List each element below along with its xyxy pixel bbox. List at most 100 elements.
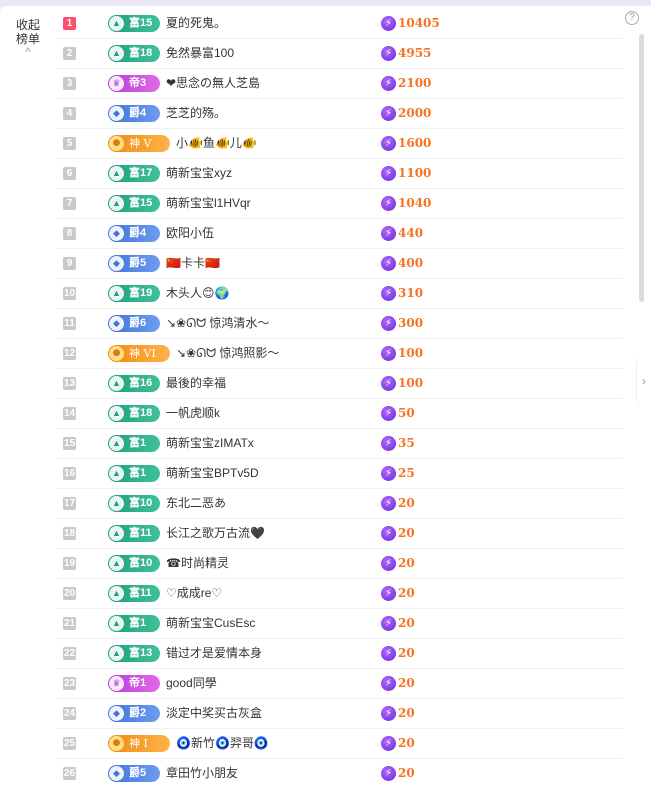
ranking-row[interactable]: 1 ▲ 富15 夏的死鬼。 ⚡ 10405 <box>56 9 623 39</box>
ranking-row[interactable]: 13 ▲ 富16 最後的幸福 ⚡ 100 <box>56 369 623 399</box>
ranking-row[interactable]: 10 ▲ 富19 木头人😊🌍 ⚡ 310 <box>56 279 623 309</box>
ranking-row[interactable]: 6 ▲ 富17 萌新宝宝xyz ⚡ 1100 <box>56 159 623 189</box>
user-name[interactable]: 欧阳小伍 <box>166 219 214 248</box>
lightning-icon: ⚡ <box>381 16 396 31</box>
rank-number: 13 <box>63 377 76 390</box>
score-value: 400 <box>398 256 424 270</box>
score: ⚡ 25 <box>381 465 415 482</box>
rank-number: 21 <box>63 617 76 630</box>
score: ⚡ 20 <box>381 675 415 692</box>
ranking-row[interactable]: 17 ▲ 富10 东北二恶あ ⚡ 20 <box>56 489 623 519</box>
lightning-icon: ⚡ <box>381 46 396 61</box>
lightning-icon: ⚡ <box>381 736 396 751</box>
ranking-row[interactable]: 5 ● 神 V 小🐠鱼🐠儿🐠 ⚡ 1600 <box>56 129 623 159</box>
ranking-row[interactable]: 2 ▲ 富18 免然暴富100 ⚡ 4955 <box>56 39 623 69</box>
user-name[interactable]: 错过才是爱情本身 <box>166 639 262 668</box>
lightning-icon: ⚡ <box>381 376 396 391</box>
user-name[interactable]: 🇨🇳卡卡🇨🇳 <box>166 249 220 278</box>
score: ⚡ 4955 <box>381 45 431 62</box>
level-badge-label: 富1 <box>129 617 147 629</box>
collapse-board-button[interactable]: 收起 榜单 ^ <box>10 18 46 58</box>
level-badge: ▲ 富19 <box>108 285 160 302</box>
user-name[interactable]: 萌新宝宝zIMATx <box>166 429 254 458</box>
ranking-row[interactable]: 7 ▲ 富15 萌新宝宝l1HVqr ⚡ 1040 <box>56 189 623 219</box>
level-badge: ▲ 富18 <box>108 405 160 422</box>
ranking-row[interactable]: 26 ◆ 爵5 章田竹小朋友 ⚡ 20 <box>56 759 623 785</box>
ranking-row[interactable]: 25 ● 神 I 🧿新竹🧿羿哥🧿 ⚡ 20 <box>56 729 623 759</box>
level-badge-label: 爵5 <box>129 257 147 269</box>
lightning-icon: ⚡ <box>381 616 396 631</box>
expand-side-chevron-icon[interactable]: › <box>636 356 651 406</box>
level-badge: ♛ 帝1 <box>108 675 160 692</box>
ranking-row[interactable]: 12 ● 神 VI ↘❀ᘏᗢ 惊鸿照影～ ⚡ 100 <box>56 339 623 369</box>
user-name[interactable]: ❤思念の無人芝島 <box>166 69 260 98</box>
user-name[interactable]: 芝芝的殇。 <box>166 99 226 128</box>
user-name[interactable]: 夏的死鬼。 <box>166 9 226 38</box>
ranking-row[interactable]: 3 ♛ 帝3 ❤思念の無人芝島 ⚡ 2100 <box>56 69 623 99</box>
help-icon[interactable]: ? <box>625 11 639 25</box>
level-badge-icon: ▲ <box>109 436 124 451</box>
level-badge-label: 爵2 <box>129 707 147 719</box>
ranking-row[interactable]: 14 ▲ 富18 一帆虎顺k ⚡ 50 <box>56 399 623 429</box>
user-name[interactable]: 东北二恶あ <box>166 489 226 518</box>
rank-number: 18 <box>63 527 76 540</box>
level-badge-icon: ▲ <box>109 16 124 31</box>
user-name[interactable]: 🧿新竹🧿羿哥🧿 <box>176 729 269 758</box>
user-name[interactable]: 最後的幸福 <box>166 369 226 398</box>
ranking-row[interactable]: 4 ◆ 爵4 芝芝的殇。 ⚡ 2000 <box>56 99 623 129</box>
user-name[interactable]: 章田竹小朋友 <box>166 759 238 785</box>
user-name[interactable]: ↘❀ᘏᗢ 惊鸿清水～ <box>166 309 269 338</box>
lightning-icon: ⚡ <box>381 526 396 541</box>
ranking-row[interactable]: 15 ▲ 富1 萌新宝宝zIMATx ⚡ 35 <box>56 429 623 459</box>
ranking-row[interactable]: 16 ▲ 富1 萌新宝宝BPTv5D ⚡ 25 <box>56 459 623 489</box>
rank-number: 4 <box>63 107 76 120</box>
user-name[interactable]: 淡定中奖买古灰盒 <box>166 699 262 728</box>
user-name[interactable]: ♡成成re♡ <box>166 579 222 608</box>
user-name[interactable]: 萌新宝宝BPTv5D <box>166 459 259 488</box>
level-badge-icon: ● <box>109 346 124 361</box>
level-badge-label: 帝3 <box>129 77 147 89</box>
ranking-row[interactable]: 21 ▲ 富1 萌新宝宝CusEsc ⚡ 20 <box>56 609 623 639</box>
level-badge: ▲ 富10 <box>108 495 160 512</box>
level-badge-icon: ♛ <box>109 676 124 691</box>
scrollbar-thumb[interactable] <box>639 34 644 302</box>
user-name[interactable]: 免然暴富100 <box>166 39 234 68</box>
ranking-row[interactable]: 19 ▲ 富10 ☎时尚精灵 ⚡ 20 <box>56 549 623 579</box>
score-value: 20 <box>398 676 415 690</box>
rank-number: 2 <box>63 47 76 60</box>
rank-number: 14 <box>63 407 76 420</box>
rank-number: 8 <box>63 227 76 240</box>
user-name[interactable]: 萌新宝宝CusEsc <box>166 609 255 638</box>
level-badge: ▲ 富11 <box>108 585 160 602</box>
ranking-row[interactable]: 22 ▲ 富13 错过才是爱情本身 ⚡ 20 <box>56 639 623 669</box>
ranking-row[interactable]: 11 ◆ 爵6 ↘❀ᘏᗢ 惊鸿清水～ ⚡ 300 <box>56 309 623 339</box>
ranking-row[interactable]: 24 ◆ 爵2 淡定中奖买古灰盒 ⚡ 20 <box>56 699 623 729</box>
user-name[interactable]: 萌新宝宝l1HVqr <box>166 189 251 218</box>
score: ⚡ 20 <box>381 585 415 602</box>
level-badge-label: 富17 <box>129 167 153 179</box>
user-name[interactable]: 萌新宝宝xyz <box>166 159 232 188</box>
user-name[interactable]: 木头人😊🌍 <box>166 279 229 308</box>
ranking-row[interactable]: 23 ♛ 帝1 good同學 ⚡ 20 <box>56 669 623 699</box>
score: ⚡ 20 <box>381 555 415 572</box>
user-name[interactable]: 小🐠鱼🐠儿🐠 <box>176 129 257 158</box>
level-badge: ◆ 爵5 <box>108 765 160 782</box>
lightning-icon: ⚡ <box>381 106 396 121</box>
level-badge-label: 神 VI <box>129 347 156 360</box>
lightning-icon: ⚡ <box>381 646 396 661</box>
level-badge-label: 富10 <box>129 557 153 569</box>
ranking-row[interactable]: 8 ◆ 爵4 欧阳小伍 ⚡ 440 <box>56 219 623 249</box>
ranking-row[interactable]: 20 ▲ 富11 ♡成成re♡ ⚡ 20 <box>56 579 623 609</box>
user-name[interactable]: ☎时尚精灵 <box>166 549 229 578</box>
user-name[interactable]: 长江之歌万古流🖤 <box>166 519 265 548</box>
user-name[interactable]: good同學 <box>166 669 217 698</box>
level-badge-label: 富11 <box>129 527 152 539</box>
level-badge-label: 富18 <box>129 47 153 59</box>
score: ⚡ 300 <box>381 315 423 332</box>
level-badge-icon: ◆ <box>109 256 124 271</box>
ranking-row[interactable]: 18 ▲ 富11 长江之歌万古流🖤 ⚡ 20 <box>56 519 623 549</box>
level-badge-label: 爵6 <box>129 317 147 329</box>
user-name[interactable]: ↘❀ᘏᗢ 惊鸿照影～ <box>176 339 279 368</box>
ranking-row[interactable]: 9 ◆ 爵5 🇨🇳卡卡🇨🇳 ⚡ 400 <box>56 249 623 279</box>
user-name[interactable]: 一帆虎顺k <box>166 399 220 428</box>
